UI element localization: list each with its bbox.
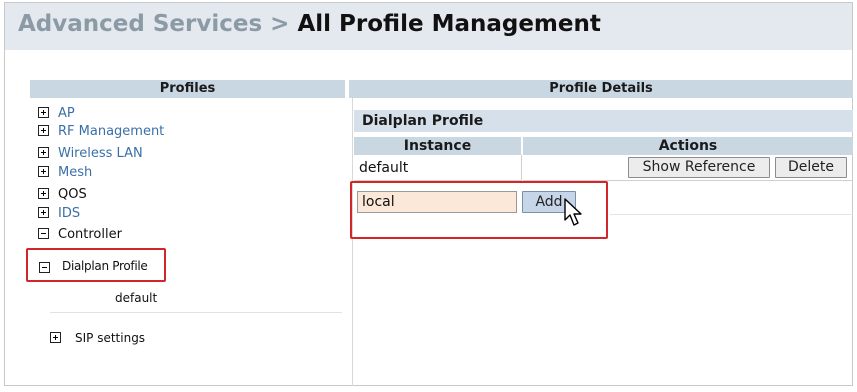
expand-plus-icon[interactable]	[38, 107, 49, 118]
tree-item-ap[interactable]: AP	[38, 106, 75, 122]
profile-details-header: Profile Details	[349, 80, 853, 98]
divider	[610, 214, 853, 215]
expand-plus-icon[interactable]	[38, 125, 49, 136]
tree-item-mesh[interactable]: Mesh	[38, 165, 92, 181]
page-title: All Profile Management	[297, 11, 601, 37]
expand-plus-icon[interactable]	[38, 147, 49, 158]
tree-item-label[interactable]: Mesh	[58, 165, 92, 180]
breadcrumb-separator: >	[270, 11, 290, 37]
column-header-actions: Actions	[523, 137, 853, 155]
tree-item-label[interactable]: Controller	[58, 227, 122, 242]
tree-item-label[interactable]: Wireless LAN	[58, 146, 143, 161]
breadcrumb-parent[interactable]: Advanced Services	[18, 11, 262, 37]
tree-item-ids[interactable]: IDS	[38, 206, 80, 222]
new-instance-input[interactable]	[357, 191, 517, 213]
delete-button[interactable]: Delete	[775, 157, 847, 178]
breadcrumb: Advanced Services > All Profile Management	[18, 11, 601, 37]
collapse-minus-icon[interactable]	[38, 228, 49, 239]
collapse-minus-icon[interactable]	[39, 262, 50, 273]
expand-plus-icon[interactable]	[38, 207, 49, 218]
expand-plus-icon[interactable]	[38, 166, 49, 177]
show-reference-button[interactable]: Show Reference	[628, 157, 770, 178]
profiles-header: Profiles	[30, 80, 345, 98]
tree-item-label[interactable]: RF Management	[58, 124, 164, 139]
divider	[50, 312, 342, 313]
tree-item-dialplan-profile[interactable]: Dialplan Profile	[26, 248, 166, 282]
tree-item-rf-management[interactable]: RF Management	[38, 124, 164, 140]
tree-item-label[interactable]: Dialplan Profile	[62, 259, 148, 273]
mouse-pointer-icon	[564, 198, 582, 226]
section-title: Dialplan Profile	[354, 110, 853, 132]
column-header-instance: Instance	[354, 137, 521, 155]
tree-item-default[interactable]: default	[115, 291, 157, 305]
tree-item-qos[interactable]: QOS	[38, 187, 87, 203]
tree-item-sip-settings[interactable]: SIP settings	[50, 331, 145, 345]
tree-item-label[interactable]: QOS	[58, 187, 87, 202]
table-row-instance: default	[354, 155, 522, 181]
tree-item-label[interactable]: AP	[58, 106, 75, 121]
tree-item-controller[interactable]: Controller	[38, 227, 122, 243]
expand-plus-icon[interactable]	[38, 188, 49, 199]
tree-item-label[interactable]: IDS	[58, 206, 80, 221]
expand-plus-icon[interactable]	[50, 332, 61, 343]
page-title-bar: Advanced Services > All Profile Management	[5, 3, 852, 50]
tree-item-wireless-lan[interactable]: Wireless LAN	[38, 146, 143, 162]
tree-item-label[interactable]: SIP settings	[75, 331, 145, 345]
